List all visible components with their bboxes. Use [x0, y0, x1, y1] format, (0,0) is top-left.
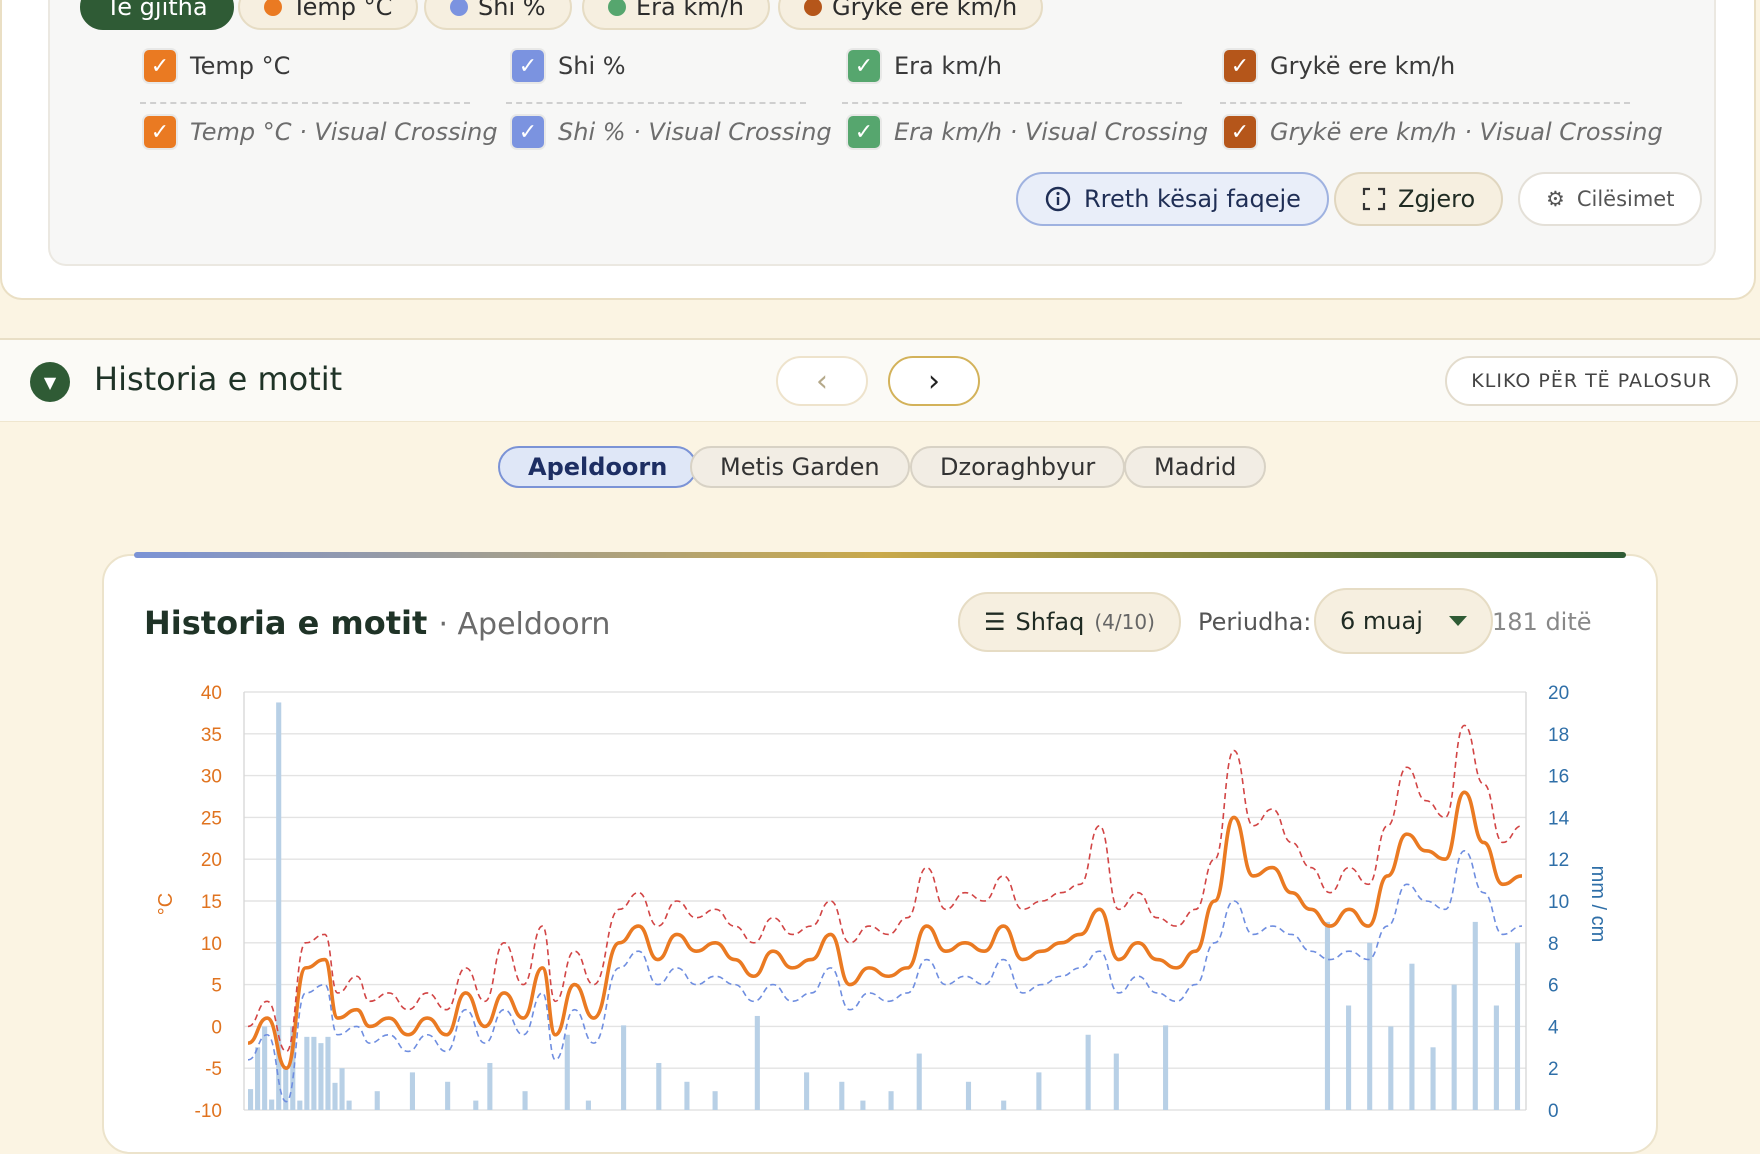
- precip-bar: [1346, 1005, 1352, 1110]
- precip-bar: [564, 1034, 570, 1110]
- left-tick-label: 20: [201, 850, 222, 871]
- left-axis-label: °C: [155, 893, 177, 915]
- precip-bar: [965, 1081, 972, 1110]
- series-dashed-line-1: [247, 724, 1523, 1053]
- right-tick-label: 2: [1548, 1059, 1559, 1080]
- precip-bar: [684, 1081, 690, 1110]
- precip-bar: [1367, 942, 1373, 1110]
- left-tick-label: 15: [201, 892, 222, 913]
- left-tick-label: 40: [201, 683, 222, 704]
- left-tick-label: 25: [201, 808, 222, 829]
- precip-bar: [325, 1036, 331, 1110]
- right-tick-label: 10: [1548, 892, 1569, 913]
- precip-bar: [1036, 1072, 1042, 1110]
- weather-history-chart: 4035302520151050-5-1020181614121086420°C…: [155, 683, 1609, 1122]
- precip-bar: [916, 1053, 922, 1110]
- left-tick-label: 0: [211, 1017, 222, 1038]
- left-tick-label: -10: [195, 1101, 222, 1122]
- precip-bar: [1493, 1005, 1499, 1110]
- precip-bar: [754, 1015, 760, 1110]
- precip-bar: [888, 1091, 894, 1110]
- precip-bar: [1409, 963, 1415, 1110]
- precip-bar: [712, 1091, 718, 1110]
- precip-bar: [1113, 1053, 1119, 1110]
- precip-bar: [1001, 1100, 1007, 1110]
- precip-bar: [445, 1081, 451, 1110]
- precip-bar: [332, 1082, 338, 1110]
- right-tick-label: 12: [1548, 850, 1569, 871]
- left-tick-label: -5: [205, 1059, 222, 1080]
- precip-bar: [255, 1047, 261, 1110]
- precip-bar: [262, 1026, 268, 1110]
- right-axis-label: mm / cm: [1587, 866, 1609, 943]
- right-tick-label: 4: [1548, 1017, 1559, 1038]
- precip-bar: [283, 1068, 289, 1110]
- precip-bar: [1451, 984, 1457, 1110]
- precip-bar: [1324, 921, 1331, 1110]
- precip-bar: [860, 1100, 866, 1110]
- precip-bar: [585, 1100, 591, 1110]
- precip-bar: [346, 1100, 352, 1110]
- precip-bar: [1430, 1047, 1436, 1110]
- precip-bar: [374, 1091, 380, 1110]
- precip-bar: [1163, 1025, 1169, 1110]
- right-tick-label: 16: [1548, 767, 1569, 788]
- precip-bar: [839, 1081, 845, 1110]
- precip-bar: [522, 1091, 528, 1110]
- left-tick-label: 35: [201, 725, 222, 746]
- precip-bar: [1085, 1034, 1091, 1110]
- precip-bar: [318, 1043, 324, 1110]
- precip-bar: [269, 1099, 275, 1110]
- precip-bar: [297, 1100, 303, 1110]
- precip-bar: [339, 1068, 345, 1110]
- precip-bar: [1472, 921, 1478, 1110]
- right-tick-label: 0: [1548, 1101, 1559, 1122]
- right-tick-label: 6: [1548, 976, 1559, 997]
- precip-bar: [804, 1072, 810, 1110]
- left-tick-label: 5: [211, 976, 222, 997]
- precip-bar: [311, 1036, 317, 1110]
- precip-bar: [248, 1089, 254, 1110]
- precip-bar: [621, 1025, 627, 1110]
- right-tick-label: 8: [1548, 934, 1559, 955]
- precip-bar: [473, 1100, 479, 1110]
- precip-bar: [304, 1036, 310, 1110]
- right-tick-label: 18: [1548, 725, 1569, 746]
- precip-bar: [1388, 1026, 1394, 1110]
- precip-bar: [656, 1062, 662, 1110]
- precip-bar: [1514, 942, 1521, 1110]
- precip-bar: [487, 1062, 493, 1110]
- left-tick-label: 30: [201, 767, 222, 788]
- right-tick-label: 20: [1548, 683, 1569, 704]
- left-tick-label: 10: [201, 934, 222, 955]
- precip-bar: [409, 1072, 415, 1110]
- right-tick-label: 14: [1548, 808, 1570, 829]
